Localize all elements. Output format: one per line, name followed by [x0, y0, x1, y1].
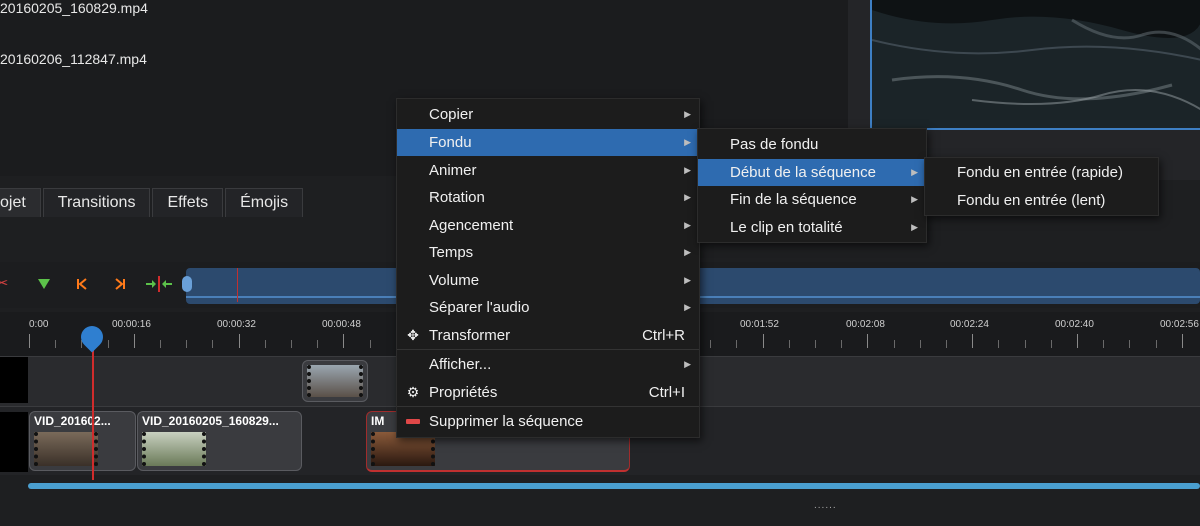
- menu-item-agencement[interactable]: Agencement ▶: [397, 212, 699, 239]
- clip-title: VID_201602...: [34, 414, 111, 428]
- playhead-line: [92, 346, 94, 480]
- menu-item-copier[interactable]: Copier ▶: [397, 101, 699, 128]
- ruler-label: 00:02:24: [950, 319, 989, 330]
- ruler-tick: [1051, 340, 1052, 348]
- ruler-label: 00:01:52: [740, 319, 779, 330]
- clip-title: VID_20160205_160829...: [142, 414, 279, 428]
- clip-title: IM: [371, 414, 385, 428]
- file-item[interactable]: 20160206_112847.mp4: [0, 51, 147, 67]
- ruler-tick: [1025, 340, 1026, 348]
- ruler-label: 00:00:48: [322, 319, 361, 330]
- ruler-tick: [1103, 340, 1104, 348]
- timeline-clip[interactable]: VID_201602...: [29, 411, 136, 471]
- ruler-tick: [265, 340, 266, 348]
- ruler-tick: [710, 340, 711, 348]
- menu-item-transformer[interactable]: ✥ Transformer Ctrl+R: [397, 322, 699, 349]
- clip-thumbnail: [142, 432, 206, 466]
- fade-submenu: Pas de fondu Début de la séquence ▶ Fin d…: [697, 128, 927, 243]
- menu-item-temps[interactable]: Temps ▶: [397, 239, 699, 266]
- menu-item-debut-sequence[interactable]: Début de la séquence ▶: [698, 159, 926, 186]
- ruler-tick: [736, 340, 737, 348]
- menu-item-rotation[interactable]: Rotation ▶: [397, 184, 699, 211]
- ruler-label: 00:00:16: [112, 319, 151, 330]
- ruler-tick: [108, 340, 109, 348]
- menu-item-afficher[interactable]: Afficher... ▶: [397, 351, 699, 378]
- ruler-tick: [134, 334, 135, 348]
- menu-item-pas-de-fondu[interactable]: Pas de fondu: [698, 131, 926, 158]
- timeline-bottom-scrollbar[interactable]: [28, 483, 1200, 489]
- scrollbar-playhead: [237, 268, 238, 302]
- context-menu: Copier ▶ Fondu ▶ Animer ▶ Rotation ▶ Agencem…: [396, 98, 700, 438]
- clip-thumbnail: [307, 365, 363, 397]
- ruler-tick: [894, 340, 895, 348]
- ruler-tick: [291, 340, 292, 348]
- ruler-tick: [920, 340, 921, 348]
- menu-item-fondu-entree-lent[interactable]: Fondu en entrée (lent): [925, 187, 1158, 214]
- dock-tabs: ojet Transitions Effets Émojis: [0, 188, 305, 222]
- ruler-tick: [1182, 334, 1183, 348]
- ruler-tick: [1077, 334, 1078, 348]
- menu-item-supprimer[interactable]: Supprimer la séquence: [397, 408, 699, 435]
- remove-icon: [405, 408, 421, 444]
- ruler-tick: [343, 334, 344, 348]
- ruler-tick: [370, 340, 371, 348]
- menu-item-volume[interactable]: Volume ▶: [397, 267, 699, 294]
- ruler-tick: [1129, 340, 1130, 348]
- clip-thumbnail: [34, 432, 98, 466]
- ruler-tick: [763, 334, 764, 348]
- ruler-tick: [212, 340, 213, 348]
- track-header: [0, 357, 28, 403]
- tab-projet[interactable]: ojet: [0, 188, 41, 217]
- video-preview: [870, 0, 1200, 130]
- ruler-tick: [160, 340, 161, 348]
- ruler-label: 00:02:56: [1160, 319, 1199, 330]
- razor-icon[interactable]: ✂: [0, 276, 10, 292]
- tab-effets[interactable]: Effets: [152, 188, 224, 217]
- menu-separator: [397, 349, 699, 350]
- move-icon: ✥: [407, 327, 419, 343]
- ruler-label: 00:02:40: [1055, 319, 1094, 330]
- resize-grip-icon[interactable]: ......: [814, 500, 837, 511]
- timeline-clip[interactable]: VID_20160205_160829...: [137, 411, 302, 471]
- tab-emojis[interactable]: Émojis: [225, 188, 304, 217]
- menu-item-separer-audio[interactable]: Séparer l'audio ▶: [397, 294, 699, 321]
- add-marker-icon[interactable]: [36, 276, 52, 292]
- timeline-clip[interactable]: [302, 360, 368, 402]
- ruler-label: 00:00:32: [217, 319, 256, 330]
- ruler-tick: [186, 340, 187, 348]
- ruler-tick: [317, 340, 318, 348]
- track-header: [0, 412, 28, 472]
- next-marker-icon[interactable]: [112, 276, 128, 292]
- ruler-tick: [946, 340, 947, 348]
- menu-item-clip-totalite[interactable]: Le clip en totalité ▶: [698, 214, 926, 241]
- ruler-tick: [815, 340, 816, 348]
- ruler-tick: [998, 340, 999, 348]
- menu-item-fondu-entree-rapide[interactable]: Fondu en entrée (rapide): [925, 159, 1158, 186]
- ruler-tick: [1156, 340, 1157, 348]
- menu-item-proprietes[interactable]: ⚙ Propriétés Ctrl+I: [397, 379, 699, 406]
- ruler-tick: [29, 334, 30, 348]
- tab-transitions[interactable]: Transitions: [42, 188, 151, 217]
- center-playhead-icon[interactable]: [144, 276, 174, 292]
- ruler-tick: [55, 340, 56, 348]
- ruler-tick: [239, 334, 240, 348]
- ruler-tick: [789, 340, 790, 348]
- gear-icon: ⚙: [406, 384, 420, 400]
- ruler-label: 00:02:08: [846, 319, 885, 330]
- fade-start-submenu: Fondu en entrée (rapide) Fondu en entrée…: [924, 157, 1159, 216]
- ruler-tick: [972, 334, 973, 348]
- ruler-tick: [867, 334, 868, 348]
- menu-item-fin-sequence[interactable]: Fin de la séquence ▶: [698, 186, 926, 213]
- scrollbar-handle[interactable]: [182, 276, 192, 292]
- menu-separator: [397, 406, 699, 407]
- menu-item-fondu[interactable]: Fondu ▶: [397, 129, 699, 156]
- ruler-tick: [841, 340, 842, 348]
- menu-item-animer[interactable]: Animer ▶: [397, 157, 699, 184]
- previous-marker-icon[interactable]: [74, 276, 90, 292]
- ruler-label: 0:00: [29, 319, 49, 330]
- file-item[interactable]: 20160205_160829.mp4: [0, 0, 148, 16]
